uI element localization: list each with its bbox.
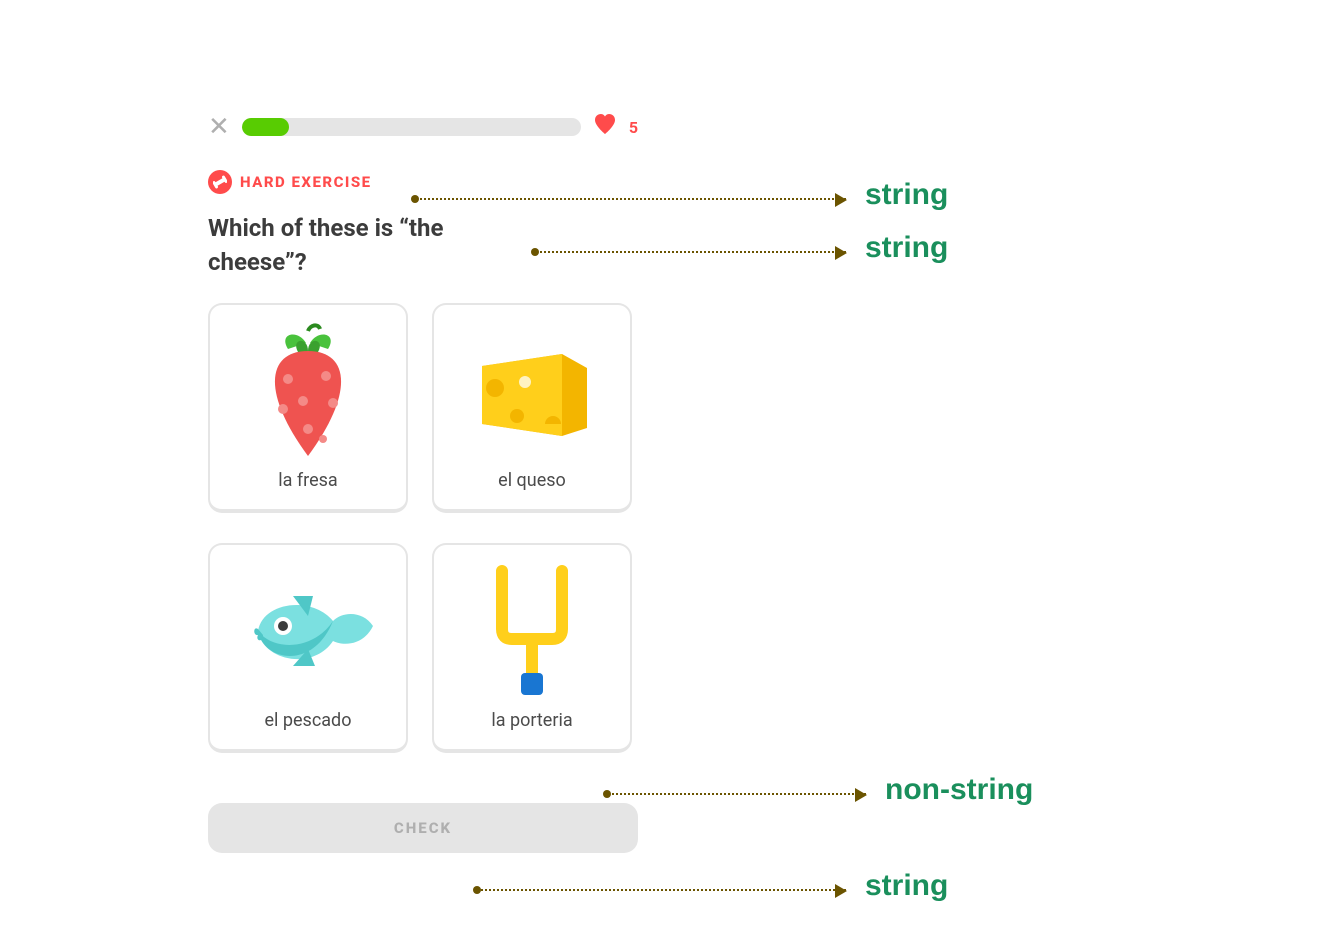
annotation-label [478, 889, 846, 891]
option-card-3[interactable]: la porteria [432, 543, 632, 753]
heart-icon [593, 113, 617, 141]
option-card-1[interactable]: el queso [432, 303, 632, 513]
option-label: la porteria [491, 710, 572, 731]
check-button[interactable]: CHECK [208, 803, 638, 853]
difficulty-label: HARD EXERCISE [240, 173, 372, 191]
progress-fill [242, 118, 289, 136]
annotation-label: string [865, 178, 948, 212]
annotation-arrow [608, 793, 866, 795]
annotation-arrow [536, 251, 846, 253]
header-row: ✕ 5 [208, 112, 638, 142]
option-label: la fresa [278, 470, 337, 491]
annotation-label: string [865, 231, 948, 265]
fish-icon [218, 559, 398, 702]
annotation-label: non-string [885, 773, 1033, 807]
strawberry-icon [218, 319, 398, 462]
goalpost-icon [442, 559, 622, 702]
dumbbell-icon [208, 170, 232, 194]
close-icon[interactable]: ✕ [208, 112, 230, 142]
check-button-label: CHECK [394, 819, 452, 837]
difficulty-badge: HARD EXERCISE [208, 170, 638, 194]
question-text: Which of these is “the cheese”? [208, 212, 528, 279]
annotation-arrow [416, 198, 846, 200]
progress-bar [242, 118, 581, 136]
option-label: el pescado [265, 710, 352, 731]
option-card-2[interactable]: el pescado [208, 543, 408, 753]
cheese-icon [442, 319, 622, 462]
option-card-0[interactable]: la fresa [208, 303, 408, 513]
options-grid: la fresa el queso [208, 303, 638, 753]
annotation-label: string [865, 869, 948, 903]
heart-count: 5 [629, 118, 638, 137]
lesson-screen: ✕ 5 HARD EXERCISE Which of these is “the… [208, 112, 638, 853]
option-label: el queso [498, 470, 566, 491]
